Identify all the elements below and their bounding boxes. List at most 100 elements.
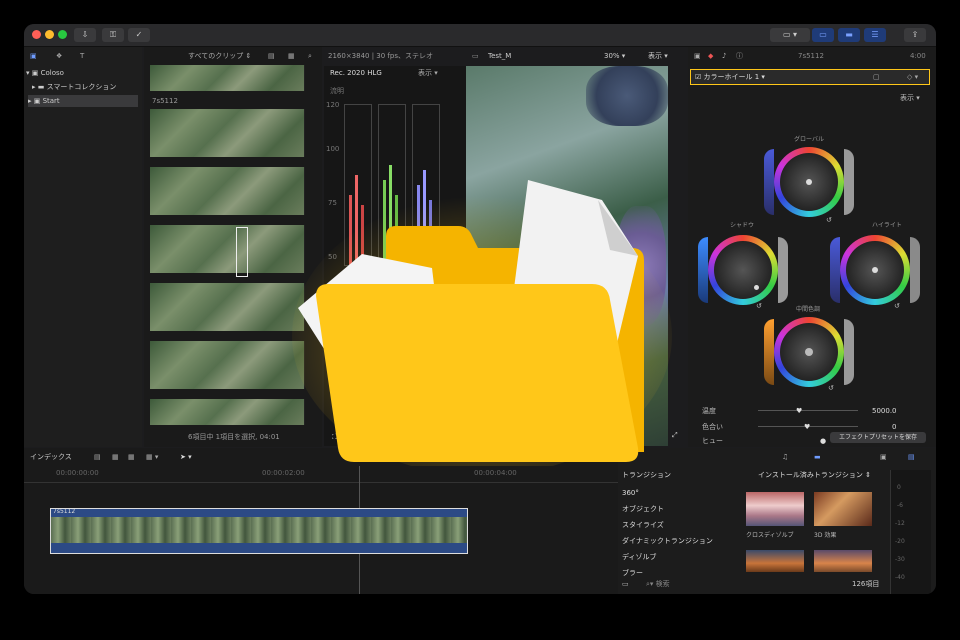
global-color-wheel[interactable] bbox=[774, 147, 844, 217]
filmstrip-icon[interactable]: ▤ bbox=[268, 49, 275, 63]
transition-category-item[interactable]: ブラー bbox=[622, 566, 732, 580]
edit-icon[interactable]: ▦ ▾ bbox=[146, 450, 158, 464]
titles-icon[interactable]: T bbox=[80, 49, 84, 63]
clip-thumbnail[interactable] bbox=[150, 399, 305, 425]
midtones-brightness-slider[interactable] bbox=[844, 319, 854, 385]
viewer-image-detail bbox=[586, 66, 668, 126]
timeline-clip[interactable]: 7s5112 bbox=[50, 508, 468, 554]
param-value-temperature[interactable]: 5000.0 bbox=[872, 405, 897, 417]
transition-thumbnail[interactable] bbox=[814, 492, 872, 526]
transition-thumbnail[interactable] bbox=[814, 550, 872, 572]
meter-tick: 0 bbox=[897, 484, 901, 491]
meter-tick: -6 bbox=[897, 502, 903, 509]
installed-transitions-menu[interactable]: インストール済みトランジション ⇕ bbox=[758, 468, 871, 482]
highlights-color-wheel[interactable] bbox=[840, 235, 910, 305]
transition-category-item[interactable]: 360° bbox=[622, 486, 732, 500]
photos-icon[interactable]: ❖ bbox=[56, 49, 62, 63]
sidebar-toggle-icon[interactable]: ▤ bbox=[908, 450, 915, 464]
search-icon[interactable]: ⌕ bbox=[308, 49, 312, 63]
wheel-puck[interactable] bbox=[872, 267, 878, 273]
library-item-smart[interactable]: ▸ ▬ スマートコレクション bbox=[32, 81, 116, 93]
temperature-slider-track[interactable] bbox=[758, 410, 858, 411]
library-item-start[interactable]: ▸ ▣ Start bbox=[28, 95, 138, 107]
global-brightness-slider[interactable] bbox=[844, 149, 854, 215]
edit-icon[interactable]: ▦ bbox=[128, 450, 135, 464]
timeline-toggle-icon[interactable]: ▬ bbox=[838, 28, 860, 42]
effect-mask-icon[interactable]: ▢ bbox=[873, 70, 880, 84]
wheel-puck[interactable] bbox=[805, 348, 813, 356]
browser-view-icon[interactable]: ▣ bbox=[880, 450, 887, 464]
effect-keyframe-icon[interactable]: ◇ ▾ bbox=[907, 70, 918, 84]
transition-sidebar-icon[interactable]: ▭ bbox=[622, 578, 629, 590]
highlights-brightness-slider[interactable] bbox=[910, 237, 920, 303]
view-menu[interactable]: 表示 ▾ bbox=[648, 49, 668, 63]
check-icon[interactable]: ✓ bbox=[128, 28, 150, 42]
clip-thumbnail[interactable] bbox=[150, 65, 305, 91]
midtones-saturation-slider[interactable] bbox=[764, 319, 774, 385]
share-icon[interactable]: ⇪ bbox=[904, 28, 926, 42]
skimmer-selection[interactable] bbox=[236, 227, 248, 277]
browser-toggle-icon[interactable]: ▭ bbox=[812, 28, 834, 42]
keyword-menu-button[interactable]: ▭ ▾ bbox=[770, 28, 810, 42]
wheel-label-highlights: ハイライト bbox=[872, 222, 902, 229]
zoom-window-button[interactable] bbox=[58, 30, 67, 39]
select-tool-icon[interactable]: ➤ ▾ bbox=[180, 450, 192, 464]
audio-inspector-icon[interactable]: ♪ bbox=[722, 49, 726, 63]
scope-tick: 100 bbox=[326, 145, 340, 153]
save-effect-preset-button[interactable]: エフェクトプリセットを保存 bbox=[830, 432, 926, 443]
transition-category-item[interactable]: ダイナミックトランジション bbox=[622, 534, 732, 548]
key-icon[interactable]: ⚿ bbox=[102, 28, 124, 42]
import-icon[interactable]: ⇩ bbox=[74, 28, 96, 42]
clip-thumbnail[interactable] bbox=[150, 225, 305, 273]
video-inspector-icon[interactable]: ▣ bbox=[694, 49, 701, 63]
fullscreen-icon[interactable]: ⤢ bbox=[672, 428, 678, 442]
hue-dial-icon[interactable]: ● bbox=[820, 435, 826, 447]
timeline-index-button[interactable]: インデックス bbox=[30, 450, 72, 464]
audio-skim-icon[interactable]: ♫ bbox=[782, 450, 788, 464]
transition-category-item[interactable]: ディゾルブ bbox=[622, 550, 732, 564]
temperature-slider-thumb[interactable]: ♥ bbox=[796, 405, 802, 417]
clip-thumbnail[interactable] bbox=[150, 109, 305, 157]
libraries-icon[interactable]: ▣ bbox=[30, 49, 37, 63]
transition-category-item[interactable]: スタイライズ bbox=[622, 518, 732, 532]
shadows-saturation-slider[interactable] bbox=[698, 237, 708, 303]
inspector-toggle-icon[interactable]: ☰ bbox=[864, 28, 886, 42]
tint-slider-thumb[interactable]: ♥ bbox=[804, 421, 810, 433]
timeline-ruler[interactable]: 00:00:00:00 00:00:02:00 00:00:04:00 bbox=[24, 466, 618, 483]
search-field[interactable]: ⌕▾ 検索 bbox=[646, 578, 670, 590]
inspector-view-menu[interactable]: 表示 ▾ bbox=[900, 91, 920, 105]
clip-appearance-icon[interactable]: ▦ bbox=[288, 49, 295, 63]
minimize-window-button[interactable] bbox=[45, 30, 54, 39]
transition-thumbnail[interactable] bbox=[746, 550, 804, 572]
reset-icon[interactable]: ↺ bbox=[756, 299, 762, 313]
shadows-brightness-slider[interactable] bbox=[778, 237, 788, 303]
transition-category-item[interactable]: オブジェクト bbox=[622, 502, 732, 516]
color-inspector-icon[interactable]: ◆ bbox=[708, 49, 713, 63]
clip-appearance-icon[interactable]: ▤ bbox=[94, 450, 101, 464]
info-inspector-icon[interactable]: ⓘ bbox=[736, 49, 743, 63]
global-saturation-slider[interactable] bbox=[764, 149, 774, 215]
midtones-color-wheel[interactable] bbox=[774, 317, 844, 387]
transition-thumbnail[interactable] bbox=[746, 492, 804, 526]
wheel-puck[interactable] bbox=[806, 179, 812, 185]
reset-icon[interactable]: ↺ bbox=[828, 381, 834, 395]
scope-view-menu[interactable]: 表示 ▾ bbox=[418, 66, 438, 80]
param-label-hue: ヒュー bbox=[702, 437, 723, 445]
reset-icon[interactable]: ↺ bbox=[826, 213, 832, 227]
shadows-color-wheel[interactable] bbox=[708, 235, 778, 305]
zoom-value: 30% bbox=[604, 52, 620, 60]
close-window-button[interactable] bbox=[32, 30, 41, 39]
edit-icon[interactable]: ▦ bbox=[112, 450, 119, 464]
reset-icon[interactable]: ↺ bbox=[894, 299, 900, 313]
clip-filter-menu[interactable]: すべてのクリップ ⇕ bbox=[188, 49, 251, 63]
effect-selector[interactable]: ☑ カラーホイール 1 ▾ ▢ ◇ ▾ bbox=[690, 69, 930, 85]
clip-thumbnail[interactable] bbox=[150, 341, 305, 389]
library-item-coloso[interactable]: ▾ ▣ Coloso bbox=[26, 67, 64, 79]
highlights-saturation-slider[interactable] bbox=[830, 237, 840, 303]
zoom-menu[interactable]: 30% ▾ bbox=[604, 49, 625, 63]
event-label: Start bbox=[42, 97, 60, 105]
clip-thumbnail[interactable] bbox=[150, 283, 305, 331]
effects-browser-icon[interactable]: ▬ bbox=[814, 450, 821, 464]
scope-unit: 流明 bbox=[330, 87, 344, 95]
clip-thumbnail[interactable] bbox=[150, 167, 305, 215]
